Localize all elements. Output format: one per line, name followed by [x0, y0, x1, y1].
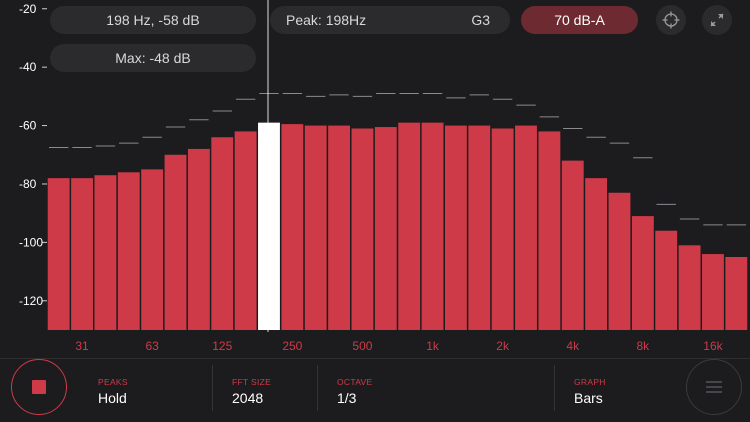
stop-square-icon [32, 380, 46, 394]
spectrum-bar [304, 125, 327, 330]
graph-setting[interactable]: GRAPH Bars [560, 365, 680, 411]
spectrum-bar [491, 128, 514, 330]
x-tick-label: 1k [426, 339, 440, 353]
crosshair-button[interactable] [656, 5, 686, 35]
spectrum-analyzer-app: -20 -40 -60 -80 -100 -120 31 63 125 250 500 1k 2k 4k… [0, 0, 750, 422]
spectrum-bar [47, 178, 70, 330]
divider [212, 365, 213, 411]
spectrum-bar [328, 125, 351, 330]
spectrum-bar [211, 137, 234, 330]
y-tick-label: -80 [19, 177, 37, 191]
spectrum-bar [187, 148, 210, 330]
crosshair-icon [662, 11, 680, 29]
menu-button[interactable] [686, 359, 742, 415]
level-meter-button[interactable]: 70 dB-A [521, 6, 638, 34]
x-tick-label: 500 [352, 339, 372, 353]
divider [554, 365, 555, 411]
spectrum-bar [398, 122, 421, 330]
x-tick-label: 125 [212, 339, 232, 353]
y-tick-label: -100 [19, 235, 43, 249]
spectrum-bar [164, 154, 187, 330]
cursor-readout: 198 Hz, -58 dB [50, 6, 256, 34]
x-axis: 31 63 125 250 500 1k 2k 4k 8k 16k [75, 339, 723, 353]
fft-size-setting[interactable]: FFT SIZE 2048 [218, 365, 318, 411]
y-axis: -20 -40 -60 -80 -100 -120 [19, 2, 47, 308]
spectrum-bar [71, 178, 93, 330]
expand-button[interactable] [702, 5, 732, 35]
x-tick-label: 4k [566, 339, 580, 353]
octave-label: OCTAVE [337, 377, 373, 387]
y-tick-label: -40 [19, 60, 37, 74]
octave-value: 1/3 [337, 390, 357, 406]
spectrum-bar [631, 216, 654, 330]
spectrum-bar [585, 178, 608, 330]
x-tick-label: 8k [637, 339, 651, 353]
chart-bars [47, 122, 748, 330]
spectrum-bar [515, 125, 537, 330]
level-value: 70 dB-A [554, 12, 605, 28]
spectrum-bar [444, 125, 467, 330]
spectrum-bar [117, 172, 140, 330]
expand-arrows-icon [710, 13, 724, 27]
graph-label: GRAPH [574, 377, 606, 387]
spectrum-bar [678, 245, 701, 330]
x-tick-label: 63 [145, 339, 159, 353]
bottom-toolbar: PEAKS Hold FFT SIZE 2048 OCTAVE 1/3 GRAP… [0, 358, 750, 422]
spectrum-bar [281, 124, 304, 330]
x-tick-label: 16k [703, 339, 723, 353]
hamburger-menu-icon [706, 381, 722, 393]
max-readout: Max: -48 dB [50, 44, 256, 72]
spectrum-bar [608, 192, 631, 330]
y-tick-label: -120 [19, 294, 43, 308]
spectrum-bar [351, 128, 374, 330]
selected-spectrum-bar [258, 122, 280, 330]
spectrum-bar [421, 122, 444, 330]
peak-readout: Peak: 198Hz G3 [270, 6, 510, 34]
spectrum-bar [141, 169, 164, 330]
spectrum-bar [655, 230, 678, 330]
peaks-setting[interactable]: PEAKS Hold [84, 365, 212, 411]
fft-size-label: FFT SIZE [232, 377, 272, 387]
divider [317, 365, 318, 411]
spectrum-bar [561, 160, 584, 330]
peak-note: G3 [471, 12, 490, 28]
spectrum-bar [94, 175, 117, 330]
spectrum-bar [468, 125, 491, 330]
x-tick-label: 2k [496, 339, 510, 353]
y-tick-label: -60 [19, 119, 37, 133]
spectrum-bar [725, 256, 748, 330]
x-tick-label: 31 [75, 339, 89, 353]
fft-size-value: 2048 [232, 390, 264, 406]
peaks-label: PEAKS [98, 377, 128, 387]
record-button[interactable] [11, 359, 67, 415]
peaks-value: Hold [98, 390, 127, 406]
spectrum-bar [538, 131, 561, 330]
spectrum-bar [702, 254, 724, 330]
peak-frequency: Peak: 198Hz [286, 12, 367, 28]
max-readout-text: Max: -48 dB [115, 50, 191, 66]
y-tick-label: -20 [19, 2, 37, 16]
cursor-readout-text: 198 Hz, -58 dB [106, 12, 200, 28]
graph-value: Bars [574, 390, 603, 406]
spectrum-bar [374, 127, 397, 330]
x-tick-label: 250 [282, 339, 302, 353]
spectrum-bar [234, 131, 257, 330]
octave-setting[interactable]: OCTAVE 1/3 [323, 365, 553, 411]
